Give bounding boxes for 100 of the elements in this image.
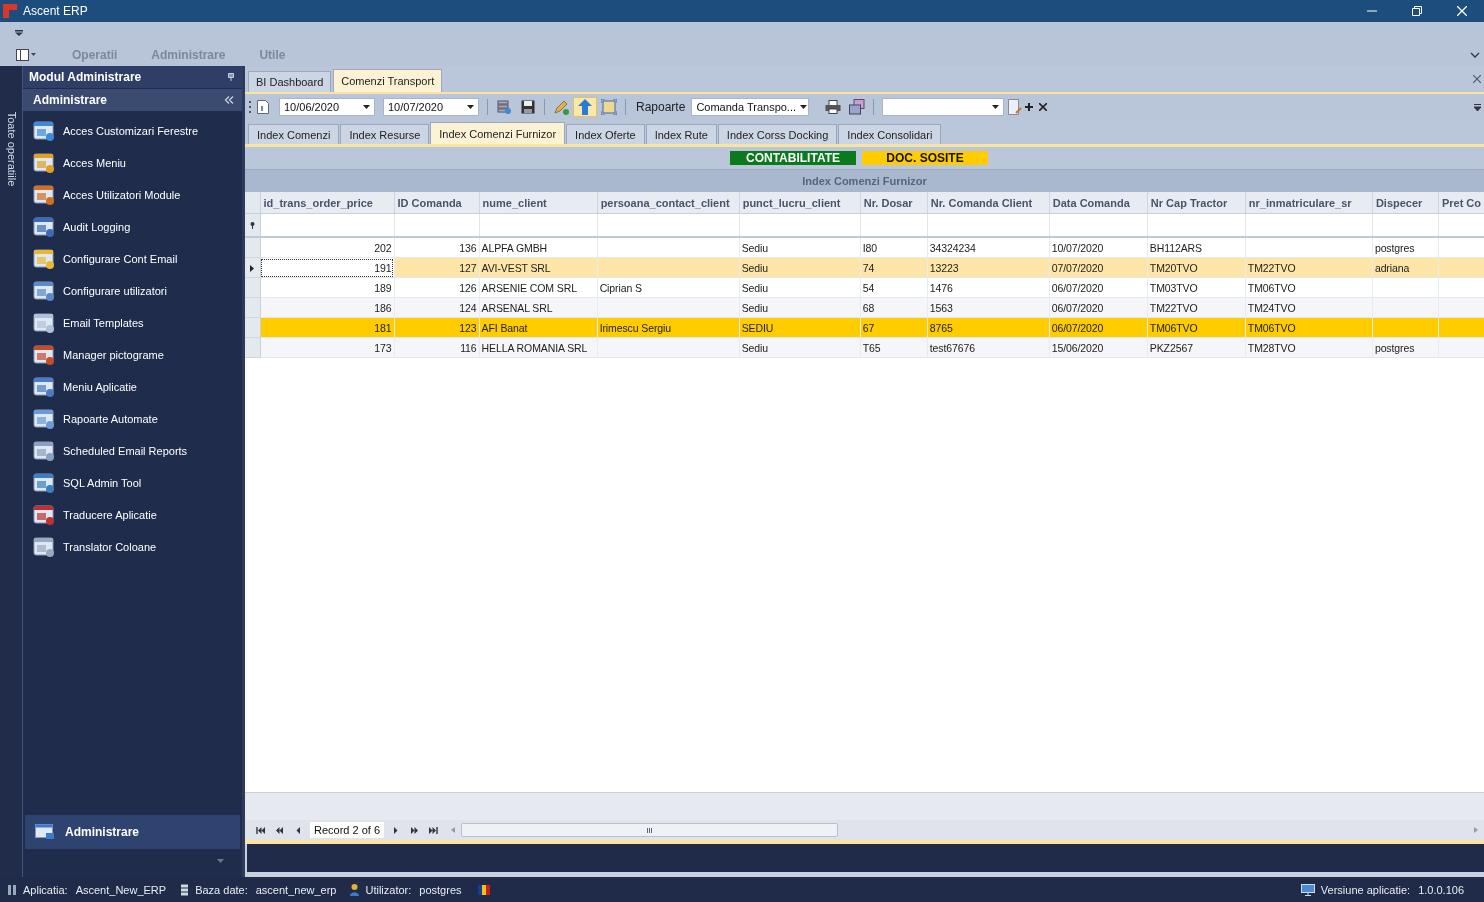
module-icon: [33, 152, 55, 174]
filter-cell[interactable]: [1147, 213, 1246, 237]
module-item[interactable]: Email Templates: [23, 307, 242, 339]
pencil-icon: [553, 99, 569, 115]
module-item[interactable]: Rapoarte Automate: [23, 403, 242, 435]
view-tab[interactable]: Index Comenzi Furnizor: [430, 122, 566, 144]
column-header[interactable]: ID Comanda: [394, 192, 480, 214]
view-tab[interactable]: Index Oferte: [566, 124, 645, 144]
table-cell: 34324234: [927, 237, 1050, 258]
grip-icon: [647, 827, 653, 833]
up-arrow-icon: [578, 99, 592, 115]
table-cell: 136: [394, 237, 480, 258]
filter-cell[interactable]: [1049, 213, 1148, 237]
filter-cell[interactable]: [1245, 213, 1373, 237]
column-header[interactable]: Data Comanda: [1049, 192, 1148, 214]
table-cell: 126: [394, 277, 480, 298]
module-icon: [33, 248, 55, 270]
group-header[interactable]: Administrare: [23, 89, 242, 111]
overflow-icon[interactable]: [1474, 103, 1481, 111]
layout-dropdown[interactable]: [882, 98, 1005, 116]
panel-title: Modul Administrare: [29, 70, 142, 84]
report-dropdown[interactable]: Comanda Transpo...: [691, 98, 810, 116]
module-item[interactable]: Audit Logging: [23, 211, 242, 243]
document-icon: [257, 100, 269, 114]
column-header[interactable]: punct_lucru_client: [739, 192, 861, 214]
module-item[interactable]: Configurare utilizatori: [23, 275, 242, 307]
status-label: Baza date:: [195, 883, 248, 896]
pin-icon[interactable]: [228, 73, 234, 81]
column-header[interactable]: Nr. Comanda Client: [927, 192, 1050, 214]
filter-cell[interactable]: [927, 213, 1050, 237]
filter-cell[interactable]: [860, 213, 928, 237]
module-icon: [33, 216, 55, 238]
last-record-icon: [429, 826, 439, 834]
view-tab[interactable]: Index Corss Docking: [717, 124, 838, 144]
restore-icon: [1411, 6, 1422, 16]
filter-cell[interactable]: [394, 213, 480, 237]
date-field[interactable]: 10/06/2020: [279, 98, 375, 116]
upload-button[interactable]: [573, 97, 597, 117]
printer-icon: [825, 100, 842, 114]
scrollbar-thumb[interactable]: [461, 823, 839, 837]
module-icon: [33, 184, 55, 206]
column-header[interactable]: id_trans_order_price: [260, 192, 395, 214]
filter-cell[interactable]: [1372, 213, 1439, 237]
module-item[interactable]: Acces Utilizatori Module: [23, 179, 242, 211]
side-panel-tab[interactable]: Toate operatiile: [4, 111, 18, 187]
collapse-icon[interactable]: [224, 96, 234, 104]
view-tab[interactable]: Index Resurse: [340, 124, 430, 144]
table-cell: postgres: [1372, 237, 1439, 258]
layout-icon[interactable]: [16, 49, 36, 61]
view-tab[interactable]: Index Rute: [645, 124, 717, 144]
filter-icon: [249, 222, 255, 229]
table-cell: BH112ARS: [1147, 237, 1246, 258]
dropdown-arrow-icon: [992, 105, 1000, 109]
next-page-icon: [410, 826, 420, 834]
view-tab[interactable]: Index Consolidari: [838, 124, 942, 144]
module-item[interactable]: Manager pictograme: [23, 339, 242, 371]
module-item[interactable]: Meniu Aplicatie: [23, 371, 242, 403]
window-title: Ascent ERP: [23, 4, 88, 18]
column-header[interactable]: persoana_contact_client: [597, 192, 740, 214]
filter-cell[interactable]: [260, 213, 395, 237]
flag-icon: [477, 884, 490, 895]
table-cell: TM03TVO: [1147, 277, 1246, 298]
column-header[interactable]: Nr. Dosar: [860, 192, 928, 214]
column-header[interactable]: nume_client: [479, 192, 598, 214]
module-item[interactable]: Configurare Cont Email: [23, 243, 242, 275]
previous-record-icon: [294, 826, 303, 834]
reports-label: Rapoarte: [636, 100, 686, 114]
column-header[interactable]: Nr Cap Tractor: [1147, 192, 1246, 214]
print-preview-icon: [849, 99, 866, 115]
column-header[interactable]: nr_inmatriculare_sr: [1245, 192, 1373, 214]
date-field[interactable]: 10/07/2020: [383, 98, 479, 116]
module-item[interactable]: SQL Admin Tool: [23, 467, 242, 499]
module-icon: [33, 344, 55, 366]
status-value: 1.0.0.106: [1418, 883, 1464, 896]
scroll-right-icon: [1474, 827, 1478, 833]
module-item[interactable]: Translator Coloane: [23, 531, 242, 563]
status-value: postgres: [419, 883, 462, 896]
scroll-left-icon: [451, 827, 456, 833]
group-header[interactable]: Administrare: [25, 815, 240, 849]
column-header[interactable]: Pret Co: [1438, 192, 1484, 214]
chevron-down-icon[interactable]: [1470, 52, 1480, 58]
module-item[interactable]: Traducere Aplicatie: [23, 499, 242, 531]
module-item[interactable]: Acces Meniu: [23, 147, 242, 179]
dropdown-arrow-icon[interactable]: [15, 30, 23, 36]
filter-cell[interactable]: [479, 213, 598, 237]
module-icon: [33, 472, 55, 494]
view-tab[interactable]: Index Comenzi: [248, 124, 340, 144]
status-badge: DOC. SOSITE: [862, 151, 988, 165]
module-icon: [33, 408, 55, 430]
document-tab[interactable]: BI Dashboard: [248, 71, 332, 92]
document-tab[interactable]: Comenzi Transport: [333, 69, 443, 92]
record-counter: Record 2 of 6: [310, 822, 385, 838]
chevron-down-icon[interactable]: [217, 859, 224, 863]
filter-cell[interactable]: [739, 213, 861, 237]
close-icon[interactable]: [1473, 75, 1481, 83]
filter-cell[interactable]: [597, 213, 740, 237]
column-header[interactable]: Dispecer: [1372, 192, 1439, 214]
status-label: Utilizator:: [365, 883, 412, 896]
module-item[interactable]: Acces Customizari Ferestre: [23, 115, 242, 147]
module-item[interactable]: Scheduled Email Reports: [23, 435, 242, 467]
